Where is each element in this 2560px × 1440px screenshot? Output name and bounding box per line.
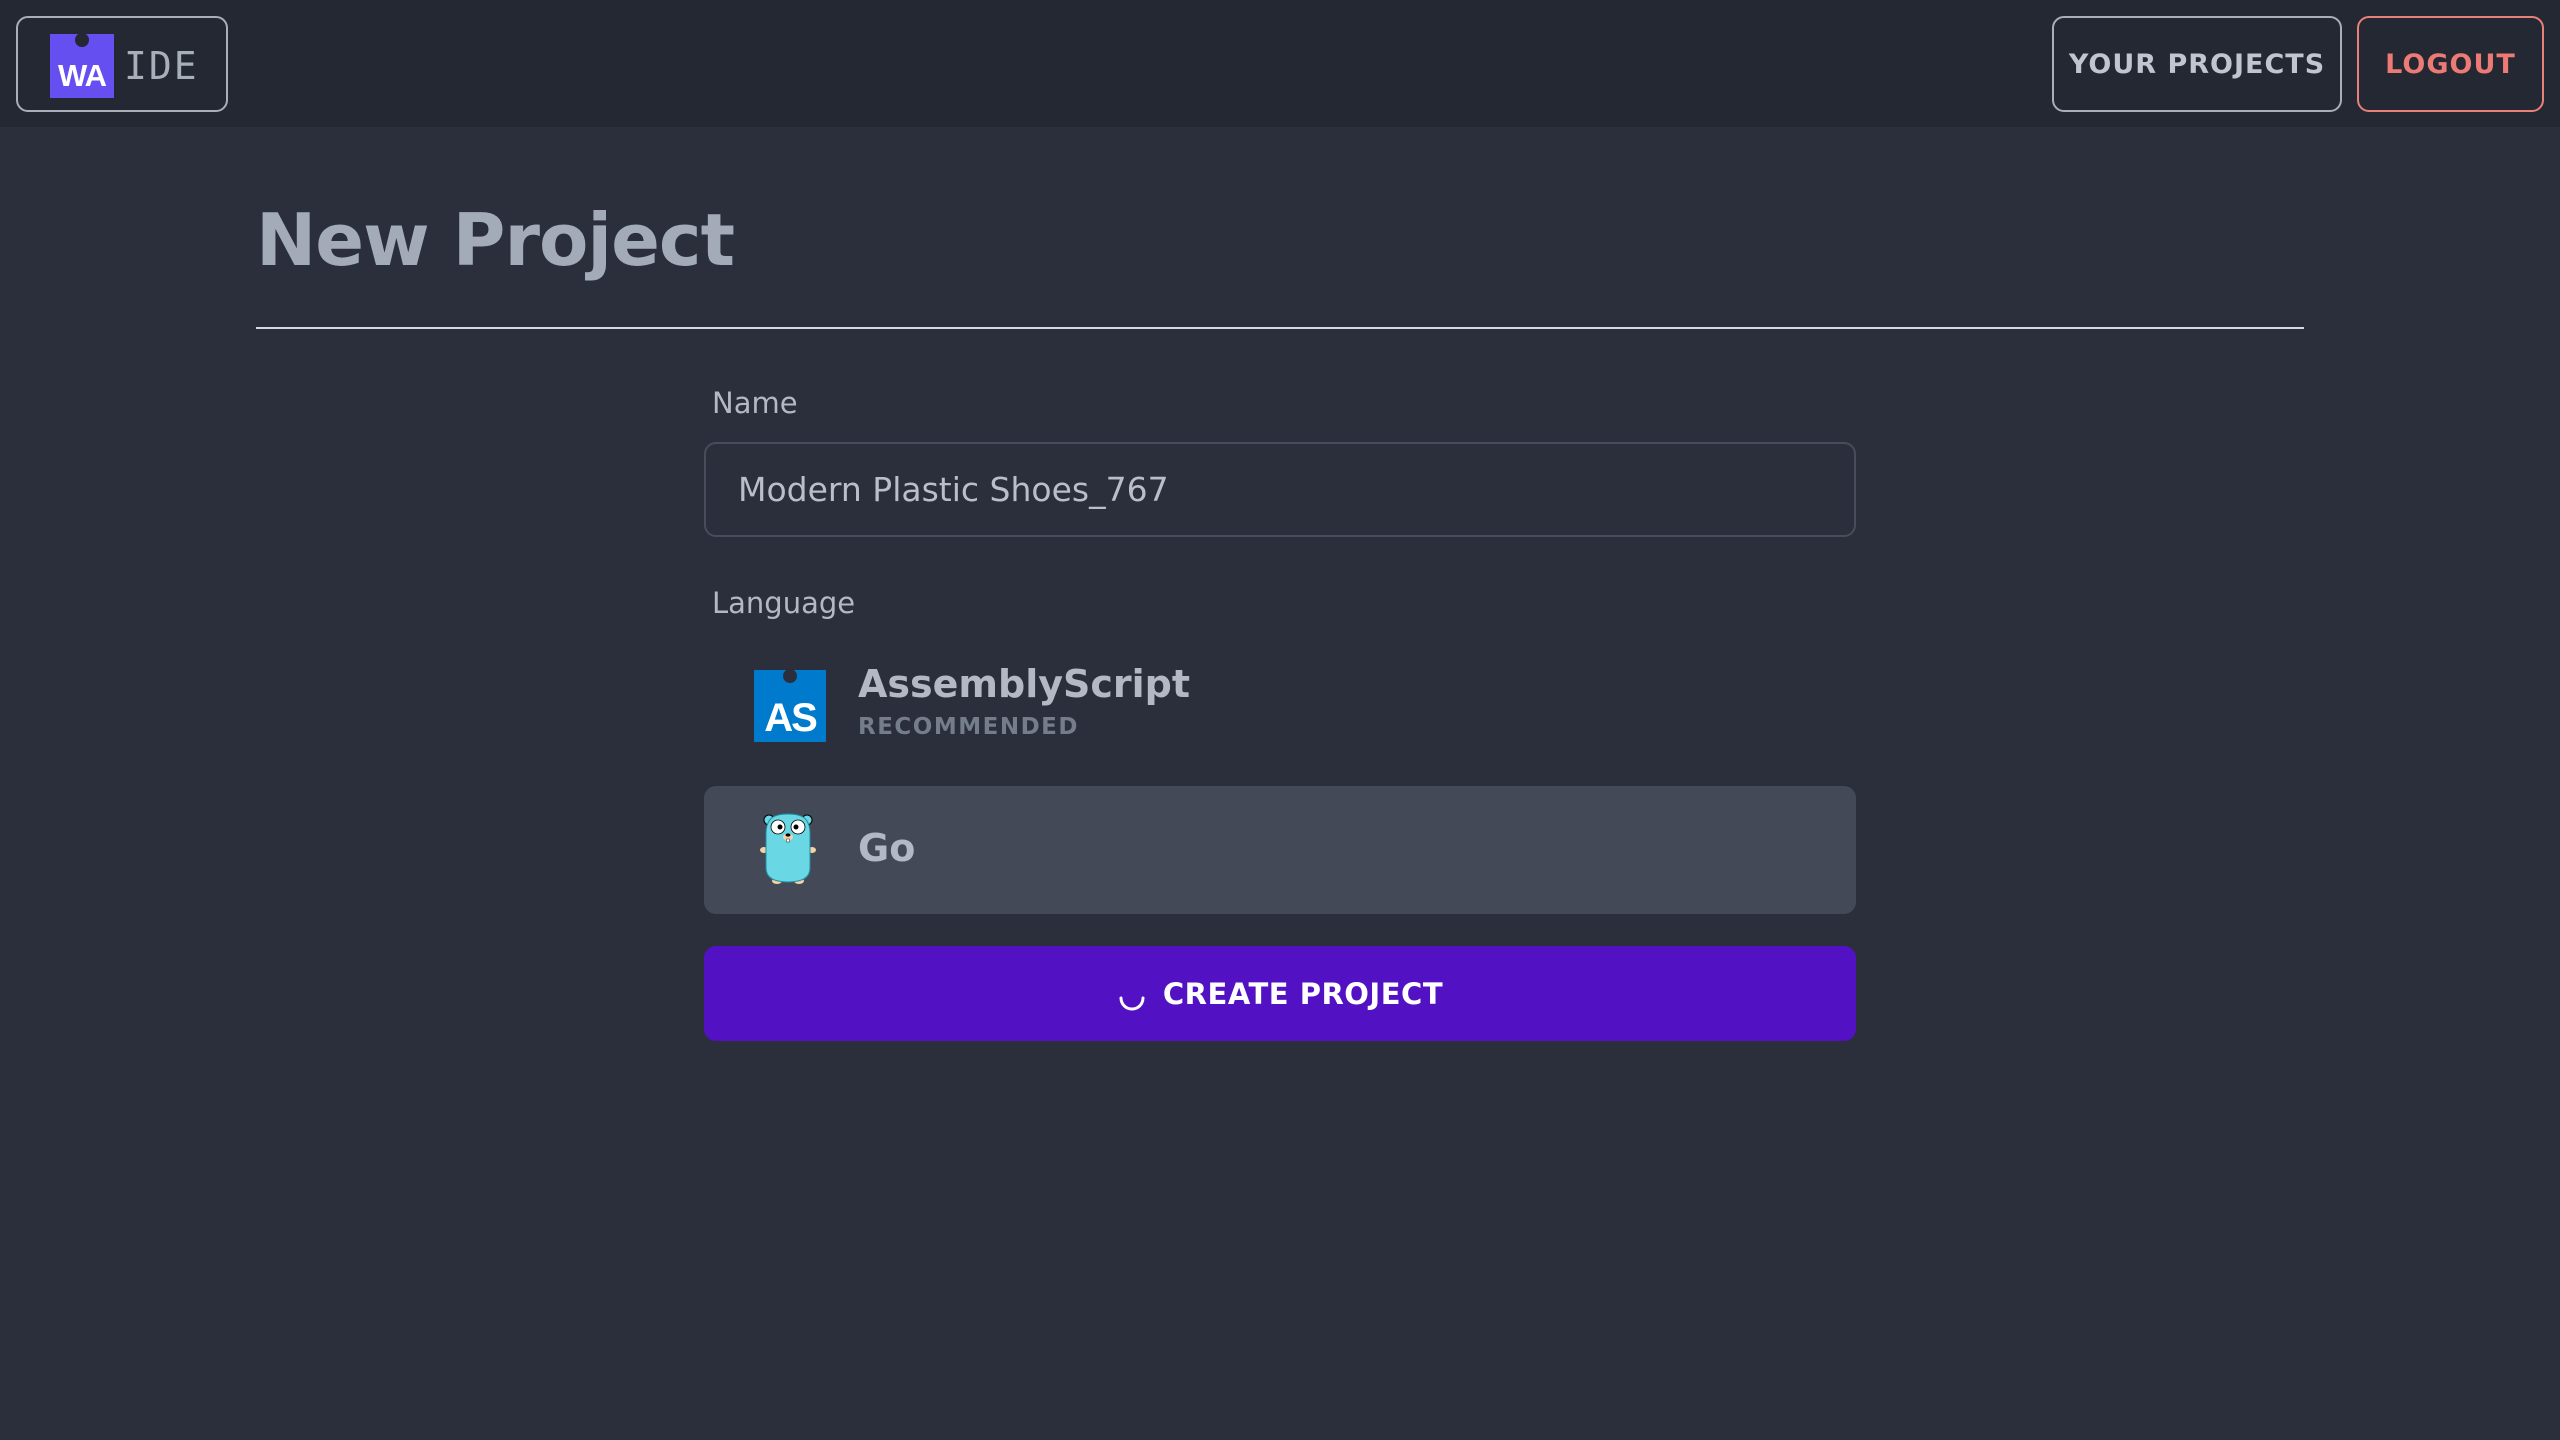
logo-notch [783,669,797,683]
name-label: Name [712,386,798,420]
loading-spinner-icon [1119,996,1145,1010]
assemblyscript-logo-text: AS [764,696,818,740]
top-navigation-bar: WA IDE YOUR PROJECTS LOGOUT [0,0,2560,127]
webassembly-logo-icon: WA [50,33,114,98]
project-name-input[interactable] [704,442,1856,537]
create-project-button[interactable]: CREATE PROJECT [704,946,1856,1041]
language-option-assemblyscript[interactable]: AS AssemblyScript RECOMMENDED [704,642,1856,770]
page-title: New Project [256,198,735,282]
logo-notch [75,33,89,47]
language-name: AssemblyScript [858,662,1191,706]
language-name: Go [858,826,916,870]
waide-logo-link[interactable]: WA IDE [16,16,228,112]
logo-text: IDE [124,44,199,88]
title-divider [256,327,2304,329]
go-gopher-icon [760,813,816,884]
create-project-label: CREATE PROJECT [1162,976,1444,1011]
language-label: Language [712,586,856,620]
logout-button[interactable]: LOGOUT [2357,16,2544,112]
language-option-go[interactable]: Go [704,786,1856,914]
logo-mark-text: WA [58,58,107,93]
your-projects-button[interactable]: YOUR PROJECTS [2052,16,2342,112]
assemblyscript-logo-icon: AS [754,669,826,742]
recommended-badge: RECOMMENDED [858,714,1079,740]
